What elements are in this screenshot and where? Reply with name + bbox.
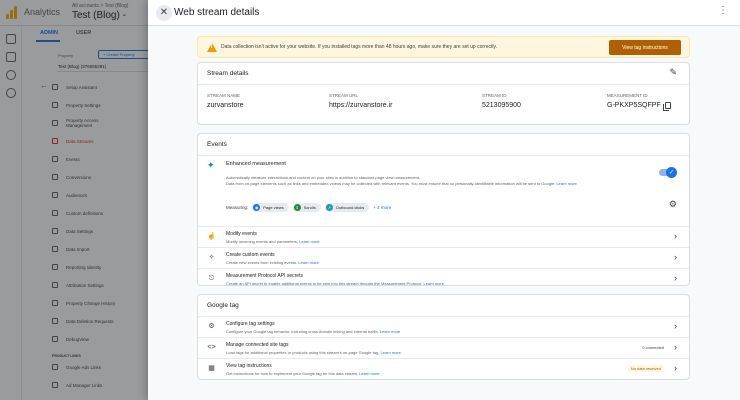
stream-id-label: STREAM ID	[482, 93, 507, 98]
chip-outbound-clicks: ↗ Outbound clicks	[324, 203, 370, 212]
connected-count-status: 0 connected	[642, 345, 664, 350]
warning-text: Data collection isn't active for your we…	[221, 44, 497, 50]
chevron-right-icon: ›	[674, 231, 677, 241]
stream-name-label: STREAM NAME	[207, 93, 241, 98]
warning-icon	[207, 43, 217, 52]
measurement-id-label: MEASUREMENT ID	[607, 93, 648, 98]
create-custom-events-title: Create custom events	[226, 252, 275, 258]
view-tag-instructions-desc: Get instructions for how to implement yo…	[226, 371, 380, 376]
create-custom-events-desc: Create new events from existing events. …	[226, 260, 319, 265]
panel-header: ✕ Web stream details ⋮	[148, 0, 740, 26]
chevron-right-icon: ›	[674, 273, 677, 283]
enhanced-desc-line-2: Data from on-page elements such as links…	[226, 181, 656, 187]
measurement-protocol-desc: Create an API secret to enable additiona…	[226, 281, 444, 286]
create-custom-events-learn-more[interactable]: Learn more	[298, 260, 318, 265]
google-tag-title: Google tag	[207, 302, 239, 309]
sparkle-add-icon: ✧	[208, 254, 215, 261]
manage-connected-site-tags-row[interactable]: <> Manage connected site tags Load tags …	[198, 338, 689, 359]
chevron-right-icon: ›	[674, 252, 677, 262]
manage-connected-site-tags-desc: Load tags for additional properties or p…	[226, 350, 401, 355]
measurement-protocol-title: Measurement Protocol API secrets	[226, 273, 303, 279]
web-stream-details-panel: ✕ Web stream details ⋮ Data collection i…	[148, 0, 740, 400]
configure-tag-settings-row[interactable]: ⚙ Configure tag settings Configure your …	[198, 317, 689, 338]
data-collection-warning: Data collection isn't active for your we…	[197, 36, 690, 58]
chevron-right-icon: ›	[674, 342, 677, 352]
view-instructions-learn-more[interactable]: Learn more	[359, 371, 379, 376]
enhanced-measurement-description: Automatically measure interactions and c…	[226, 175, 656, 187]
modify-events-row[interactable]: ☝ Modify events Modify incoming events a…	[198, 227, 689, 248]
enhanced-measurement: ✦ Enhanced measurement Automatically mea…	[198, 156, 689, 227]
modify-events-learn-more[interactable]: Learn more	[299, 239, 319, 244]
measurement-id-text: G-PKXP5SQFPF	[607, 102, 661, 109]
no-data-received-badge: No data received	[627, 365, 664, 372]
chevron-right-icon: ›	[674, 363, 677, 373]
close-icon[interactable]: ✕	[156, 5, 172, 21]
view-tag-instructions-title: View tag instructions	[226, 363, 272, 369]
events-title: Events	[207, 141, 227, 148]
check-icon: ✓	[666, 167, 677, 178]
measurement-protocol-row[interactable]: ⎋ Measurement Protocol API secrets Creat…	[198, 269, 689, 286]
touch-icon: ☝	[207, 233, 216, 240]
link-icon: ↗	[325, 204, 333, 211]
stream-details-title: Stream details	[207, 70, 249, 77]
tag-settings-icon: ⚙	[208, 323, 215, 330]
modify-events-desc: Modify incoming events and parameters. L…	[226, 239, 320, 244]
more-options-icon[interactable]: ⋮	[718, 6, 728, 16]
measurement-id-field: MEASUREMENT ID G-PKXP5SQFPF	[607, 93, 671, 111]
enhanced-learn-more-link[interactable]: Learn more	[556, 181, 576, 186]
stream-details-header: Stream details ✎	[198, 63, 689, 85]
view-tag-instructions-row[interactable]: ▦ View tag instructions Get instructions…	[198, 359, 689, 379]
enhanced-measurement-title: Enhanced measurement	[226, 161, 286, 167]
sparkle-icon: ✦	[207, 160, 215, 170]
enhanced-measurement-toggle[interactable]: ✓	[659, 167, 677, 178]
measurement-protocol-learn-more[interactable]: Learn more	[423, 281, 443, 285]
stream-url-label: STREAM URL	[329, 93, 359, 98]
chip-page-views: ◉ Page views	[252, 203, 289, 212]
google-tag-card: Google tag ⚙ Configure tag settings Conf…	[197, 294, 690, 380]
instructions-icon: ▦	[208, 365, 215, 372]
eye-icon: ◉	[253, 204, 261, 211]
measuring-list: Measuring: ◉ Page views ⇕ Scrolls ↗ Outboun…	[226, 203, 391, 212]
enhanced-desc-text: Data from on-page elements such as links…	[226, 181, 556, 186]
chip-scrolls: ⇕ Scrolls	[292, 203, 321, 212]
measurement-id-value: G-PKXP5SQFPF	[607, 102, 671, 111]
events-card: Events ✦ Enhanced measurement Automatica…	[197, 133, 690, 286]
configure-tag-settings-title: Configure tag settings	[226, 321, 275, 327]
stream-name-value: zurvanstore	[207, 102, 244, 109]
code-icon: <>	[207, 344, 216, 351]
manage-tags-learn-more[interactable]: Learn more	[380, 350, 400, 355]
events-header: Events	[198, 134, 689, 156]
more-measurements-link[interactable]: + 4 more	[373, 205, 391, 210]
configure-tag-settings-desc: Configure your Google tag behavior, incl…	[226, 329, 401, 334]
stream-url-value: https://zurvanstore.ir	[329, 102, 393, 109]
modify-events-title: Modify events	[226, 231, 257, 237]
stream-name-field: STREAM NAME zurvanstore	[207, 93, 244, 109]
configure-tag-learn-more[interactable]: Learn more	[380, 329, 400, 334]
scroll-icon: ⇕	[293, 204, 301, 211]
key-icon: ⎋	[208, 275, 215, 282]
create-custom-events-row[interactable]: ✧ Create custom events Create new events…	[198, 248, 689, 269]
stream-id-field: STREAM ID 5213095900	[482, 93, 521, 109]
panel-title: Web stream details	[174, 7, 260, 18]
edit-pencil-icon[interactable]: ✎	[669, 68, 677, 77]
copy-icon[interactable]	[662, 102, 671, 111]
view-tag-instructions-button[interactable]: View tag instructions	[609, 40, 681, 55]
stream-id-value: 5213095900	[482, 102, 521, 109]
google-tag-header: Google tag	[198, 295, 689, 317]
stream-details-card: Stream details ✎ STREAM NAME zurvanstore…	[197, 62, 690, 125]
gear-icon[interactable]: ⚙	[669, 200, 677, 209]
measuring-label: Measuring:	[226, 205, 249, 210]
manage-connected-site-tags-title: Manage connected site tags	[226, 342, 289, 348]
chevron-right-icon: ›	[674, 321, 677, 331]
stream-url-field: STREAM URL https://zurvanstore.ir	[329, 93, 392, 109]
